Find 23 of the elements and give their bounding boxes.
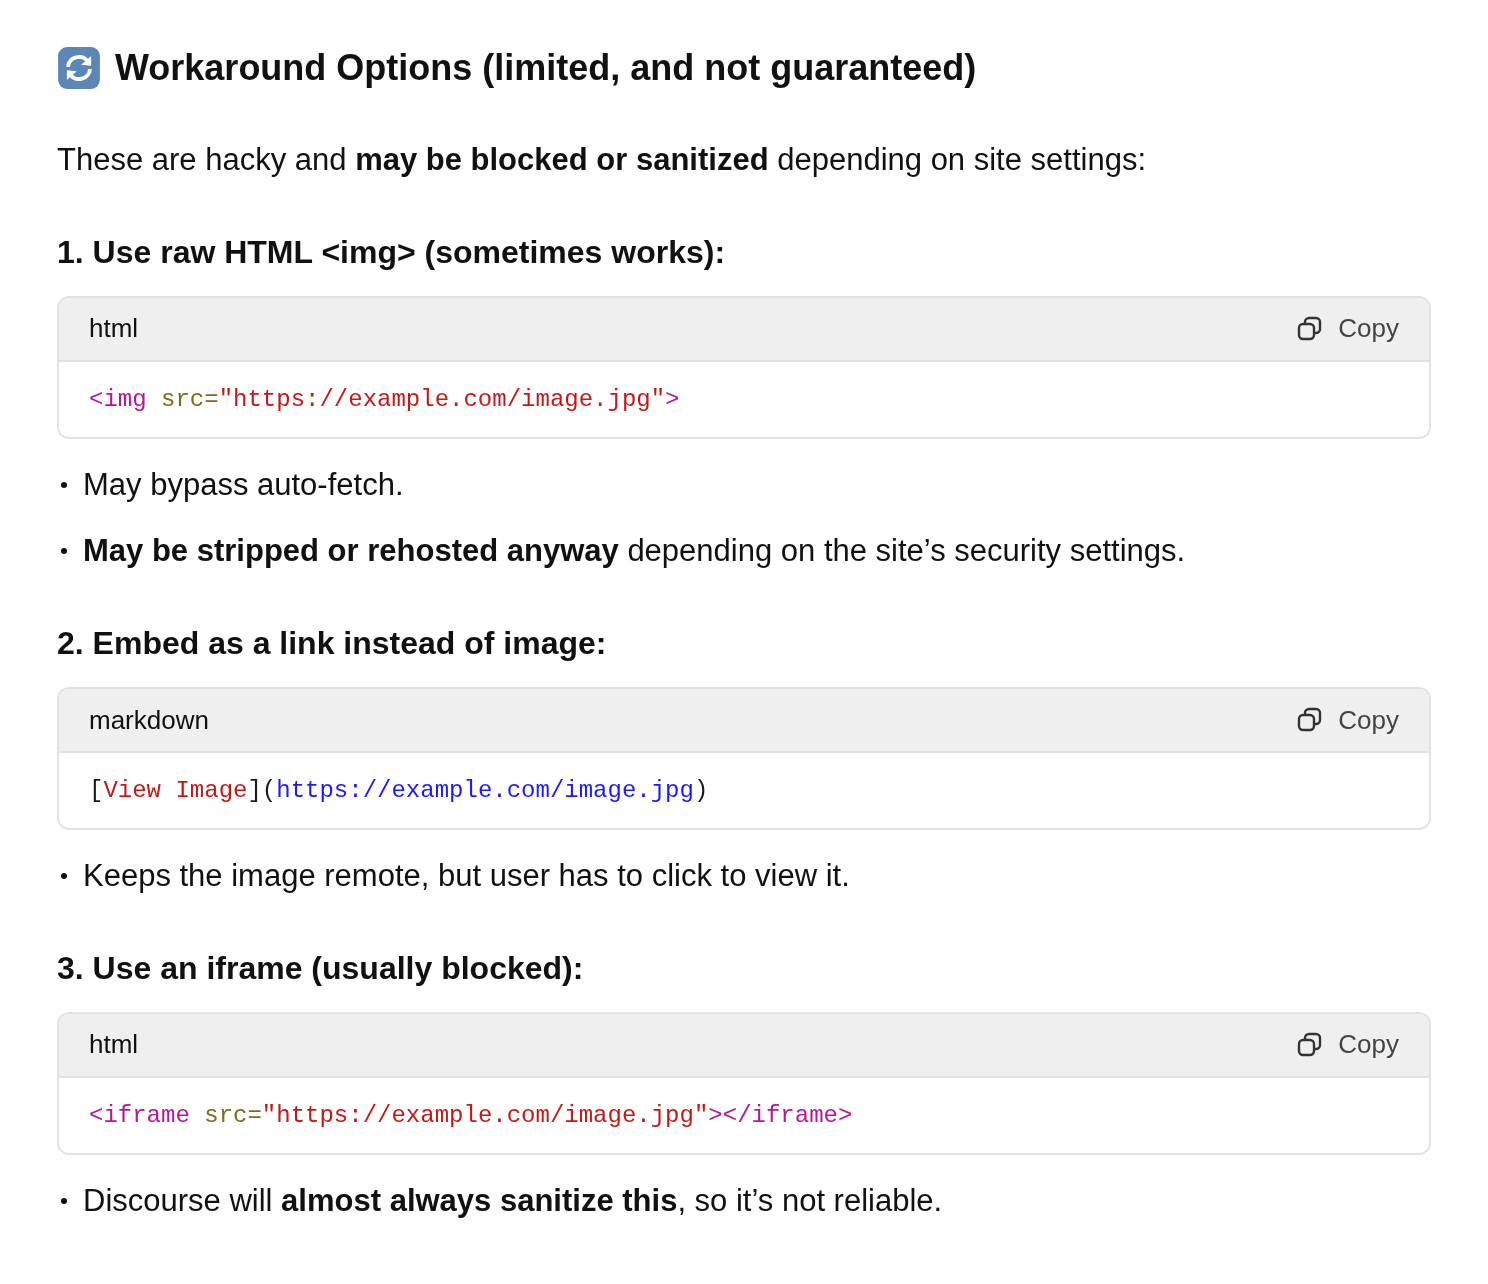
step-heading: 1. Use raw HTML <img> (sometimes works): [57, 233, 727, 273]
code-language: html [89, 313, 139, 345]
code-language: markdown [89, 704, 209, 736]
bullet-text: May be stripped or rehosted anyway depending on the site’s security settings. [83, 532, 1186, 571]
code-language: html [89, 1029, 139, 1061]
copy-button[interactable]: Copy [1296, 313, 1399, 345]
bullet-icon [61, 482, 67, 489]
code-line: [View Image](https://example.com/image.jpg) [89, 777, 709, 805]
bullet-text: Keeps the image remote, but user has to click to view it. [83, 857, 850, 896]
refresh-icon [57, 46, 101, 90]
code-line: <img src="https://example.com/image.jpg"> [89, 385, 680, 413]
section-heading: Workaround Options (limited, and not guaranteed) [115, 47, 977, 89]
step-heading: 3. Use an iframe (usually blocked): [57, 949, 585, 989]
step-heading: 2. Embed as a link instead of image: [57, 624, 608, 664]
copy-button[interactable]: Copy [1296, 1029, 1399, 1061]
bullet-icon [61, 1198, 67, 1205]
bullet-text: May bypass auto-fetch. [83, 465, 404, 504]
copy-button[interactable]: Copy [1296, 704, 1399, 736]
bullet-icon [61, 548, 67, 555]
bullet-icon [61, 873, 67, 880]
code-line: <iframe src="https://example.com/image.jpg"></iframe> [89, 1101, 853, 1129]
intro-paragraph: These are hacky and may be blocked or sanitized depending on site settings: [57, 141, 1148, 179]
bullet-text: Discourse will almost always sanitize this, so it’s not reliable. [83, 1181, 943, 1220]
